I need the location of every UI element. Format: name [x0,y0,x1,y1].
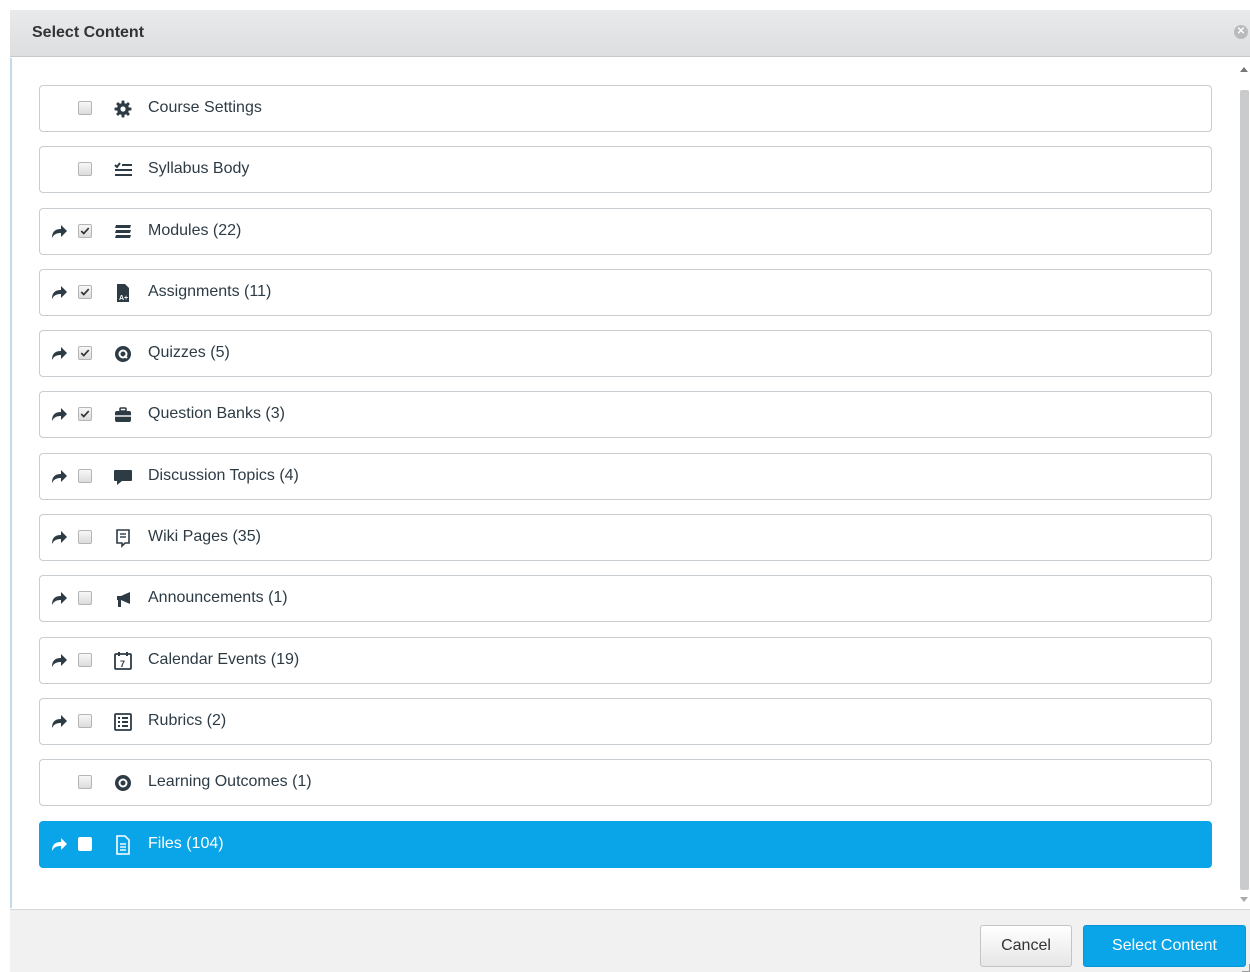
scroll-up-arrow-icon[interactable] [1240,67,1248,72]
gear-icon [113,99,133,119]
item-checkbox[interactable] [78,591,92,606]
item-checkbox[interactable] [78,652,92,667]
content-item-label: Quizzes (5) [148,344,230,362]
content-item-label: Learning Outcomes (1) [148,773,312,791]
item-checkbox[interactable] [78,284,92,299]
expand-arrow-icon[interactable] [50,589,68,607]
expand-arrow-icon[interactable] [50,344,68,362]
content-item-row[interactable]: Course Settings [39,85,1212,132]
item-checkbox[interactable] [78,530,92,545]
assignment-doc-icon: A+ [113,283,133,303]
content-item-label: Rubrics (2) [148,711,227,729]
content-item-row[interactable]: Announcements (1) [39,575,1212,623]
outcomes-badge-icon [113,773,133,793]
content-item-row[interactable]: Wiki Pages (35) [39,514,1212,562]
content-item-label: Modules (22) [148,221,242,239]
item-checkbox[interactable] [78,407,92,422]
select-content-dialog: Select Content ✕ Course Settings Syllabus… [0,0,1250,972]
content-item-row[interactable]: Syllabus Body [39,146,1212,194]
speech-bubble-icon [113,467,133,487]
content-item-row[interactable]: A+ Assignments (11) [39,268,1212,316]
calendar-icon: 7 [113,651,133,671]
item-checkbox[interactable] [78,468,92,483]
content-item-row[interactable]: Files (104) [39,820,1212,868]
dialog-title: Select Content [32,24,145,41]
content-item-row[interactable]: Question Banks (3) [39,391,1212,439]
content-item-row[interactable]: 7 Calendar Events (19) [39,636,1212,684]
dialog-content: Course Settings Syllabus Body Modules (22)… [10,58,1250,908]
item-checkbox[interactable] [78,836,92,851]
megaphone-icon [113,589,133,609]
expand-arrow-icon[interactable] [50,467,68,485]
expand-arrow-icon[interactable] [50,283,68,301]
select-content-button[interactable]: Select Content [1083,925,1246,967]
content-item-label: Wiki Pages (35) [148,528,261,546]
expand-arrow-icon[interactable] [50,222,68,240]
resize-grip-icon[interactable] [1242,964,1250,972]
svg-text:7: 7 [120,659,125,669]
content-item-label: Question Banks (3) [148,405,285,423]
content-type-list: Course Settings Syllabus Body Modules (22)… [39,85,1212,882]
content-item-label: Assignments (11) [148,282,272,300]
close-icon[interactable]: ✕ [1234,25,1248,39]
dialog-footer: Cancel Select Content [10,909,1250,972]
content-item-row[interactable]: Learning Outcomes (1) [39,759,1212,807]
content-item-label: Discussion Topics (4) [148,466,299,484]
file-icon [113,834,133,855]
svg-text:A+: A+ [119,295,128,302]
content-item-label: Announcements (1) [148,589,288,607]
content-item-row[interactable]: Rubrics (2) [39,697,1212,745]
content-item-label: Files (104) [148,834,224,852]
expand-arrow-icon[interactable] [50,835,68,853]
rubric-icon [113,712,133,732]
vertical-scrollbar[interactable] [1238,58,1250,908]
content-item-label: Course Settings [148,99,262,116]
expand-arrow-icon[interactable] [50,528,68,546]
item-checkbox[interactable] [78,346,92,361]
item-checkbox[interactable] [78,713,92,728]
scroll-down-arrow-icon[interactable] [1240,897,1248,902]
content-item-row[interactable]: Discussion Topics (4) [39,452,1212,500]
modules-stack-icon [113,222,133,242]
page-icon [113,528,133,549]
quiz-icon [113,344,133,364]
scrollbar-thumb[interactable] [1240,90,1249,890]
item-checkbox[interactable] [78,101,92,115]
item-checkbox[interactable] [78,775,92,790]
content-item-label: Calendar Events (19) [148,650,300,668]
expand-arrow-icon[interactable] [50,651,68,669]
cancel-button[interactable]: Cancel [980,925,1072,967]
expand-arrow-icon[interactable] [50,712,68,730]
content-item-label: Syllabus Body [148,160,250,178]
dialog-titlebar: Select Content ✕ [10,10,1250,57]
item-checkbox[interactable] [78,162,92,177]
content-item-row[interactable]: Quizzes (5) [39,330,1212,378]
content-item-row[interactable]: Modules (22) [39,207,1212,255]
expand-arrow-icon[interactable] [50,405,68,423]
briefcase-icon [113,405,133,425]
checklist-icon [113,160,133,180]
item-checkbox[interactable] [78,223,92,238]
